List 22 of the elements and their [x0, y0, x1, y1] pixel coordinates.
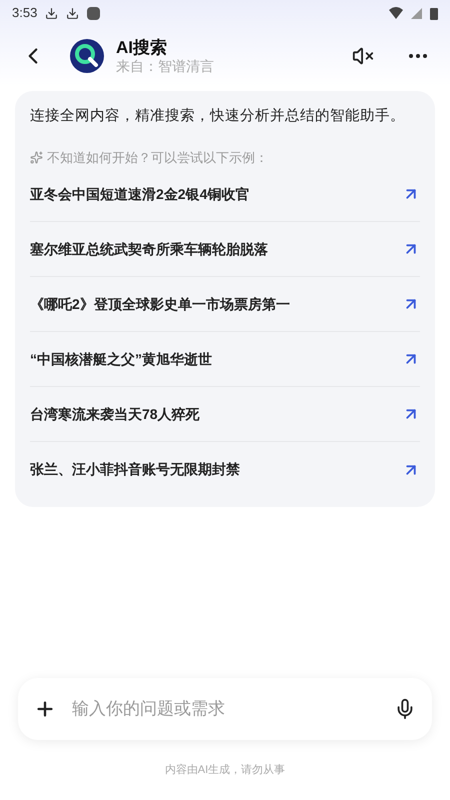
notification-icon [87, 6, 100, 20]
chat-title: AI搜索 [116, 36, 168, 58]
signal-icon [411, 8, 422, 18]
mute-icon[interactable] [352, 45, 374, 67]
input-field[interactable]: 输入你的问题或需求 [72, 696, 378, 722]
example-item[interactable]: 张兰、汪小菲抖音账号无限期封禁 [30, 442, 420, 498]
battery-icon [430, 6, 438, 20]
download-icon [66, 6, 80, 20]
status-time: 3:53 [12, 4, 38, 22]
example-item[interactable]: 台湾寒流来袭当天78人猝死 [30, 387, 420, 442]
example-item[interactable]: “中国核潜艇之父”黄旭华逝世 [30, 332, 420, 388]
intro-text: 连接全网内容，精准搜索，快速分析并总结的智能助手。 [30, 106, 406, 126]
hint-text: 不知道如何开始？可以尝试以下示例： [47, 148, 268, 167]
download-icon [45, 6, 58, 20]
disclaimer-text: 内容由AI生成，请勿从事 [164, 762, 286, 778]
wifi-icon [389, 7, 403, 19]
app-logo-icon [70, 39, 104, 73]
example-item[interactable]: 塞尔维亚总统武契奇所乘车辆轮胎脱落 [30, 222, 420, 278]
example-item[interactable]: 亚冬会中国短道速滑2金2银4铜收官 [30, 167, 420, 222]
sparkle-icon [30, 151, 43, 164]
chat-source: 来自：智谱清言 [116, 58, 214, 76]
example-item[interactable]: 《哪吒2》登顶全球影史单一市场票房第一 [30, 277, 420, 332]
